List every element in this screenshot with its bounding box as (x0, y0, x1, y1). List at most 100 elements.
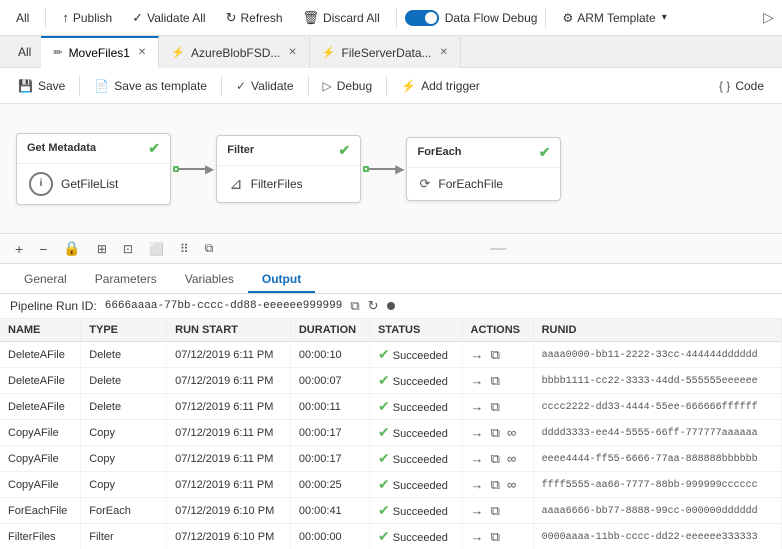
add-trigger-icon: ⚡ (401, 79, 416, 93)
tab-fileserver-close[interactable]: ✕ (440, 47, 448, 58)
tab-fileserver[interactable]: ⚡ FileServerData... ✕ (310, 36, 461, 68)
debug-button[interactable]: ▷ Debug (313, 74, 383, 98)
tab-output-label: Output (262, 272, 301, 286)
add-trigger-button[interactable]: ⚡ Add trigger (391, 74, 490, 98)
cell-duration-3: 00:00:17 (290, 420, 369, 446)
action-view-1[interactable]: → (471, 373, 484, 388)
action-copy-7[interactable]: ⧉ (491, 529, 500, 544)
publish-label: Publish (73, 11, 112, 25)
action-copy-5[interactable]: ⧉ (491, 477, 500, 492)
table-row: CopyAFile Copy 07/12/2019 6:11 PM 00:00:… (0, 446, 782, 472)
action-loop-3[interactable]: ∞ (507, 425, 516, 440)
tab-output[interactable]: Output (248, 267, 315, 293)
col-run-start: RUN START (167, 319, 291, 342)
all-tab[interactable]: All (8, 36, 41, 68)
node-foreach[interactable]: ForEach ✔ ⟳ ForEachFile (406, 137, 561, 201)
cell-status-3: ✔ Succeeded (369, 420, 462, 446)
fit-view2-button[interactable]: ⊡ (118, 240, 138, 258)
separator2 (396, 8, 397, 28)
scrollable-table[interactable]: NAME TYPE RUN START DURATION STATUS ACTI… (0, 319, 782, 549)
zoom-in-button[interactable]: + (10, 239, 28, 259)
node-filter[interactable]: Filter ✔ ⊿ FilterFiles (216, 135, 361, 203)
action-copy-6[interactable]: ⧉ (491, 503, 500, 518)
save-label: Save (38, 79, 65, 93)
cell-actions-7[interactable]: → ⧉ (462, 524, 533, 549)
toggle-track[interactable] (405, 10, 439, 26)
cell-name-4: CopyAFile (0, 446, 81, 472)
save-button[interactable]: 💾 Save (8, 74, 75, 98)
action-loop-5[interactable]: ∞ (507, 477, 516, 492)
cell-type-3: Copy (81, 420, 167, 446)
validate-all-button[interactable]: ✓ Validate All (124, 6, 213, 30)
zoom-out-button[interactable]: − (34, 239, 52, 259)
cell-name-5: CopyAFile (0, 472, 81, 498)
refresh-run-icon[interactable]: ↻ (368, 298, 379, 314)
all-button[interactable]: All (8, 7, 37, 29)
cell-duration-7: 00:00:00 (290, 524, 369, 549)
cell-actions-5[interactable]: → ⧉ ∞ (462, 472, 533, 498)
debug-label: Debug (337, 79, 372, 93)
cell-actions-0[interactable]: → ⧉ (462, 342, 533, 368)
action-copy-1[interactable]: ⧉ (491, 373, 500, 388)
action-view-7[interactable]: → (471, 529, 484, 544)
select-mode-button[interactable]: ⬜ (144, 240, 169, 258)
cell-actions-2[interactable]: → ⧉ (462, 394, 533, 420)
cell-runid-1: bbbb1111-cc22-3333-44dd-555555eeeeee (533, 368, 781, 394)
action-loop-4[interactable]: ∞ (507, 451, 516, 466)
save-icon: 💾 (18, 79, 33, 93)
action-copy-0[interactable]: ⧉ (491, 347, 500, 362)
action-sep-3 (308, 76, 309, 96)
cell-name-7: FilterFiles (0, 524, 81, 549)
refresh-button[interactable]: ↻ Refresh (218, 6, 291, 30)
save-as-template-button[interactable]: 📄 Save as template (84, 74, 217, 98)
action-view-5[interactable]: → (471, 477, 484, 492)
fit-view-button[interactable]: ⊞ (92, 240, 112, 258)
action-copy-2[interactable]: ⧉ (491, 399, 500, 414)
cell-type-1: Delete (81, 368, 167, 394)
cell-duration-1: 00:00:07 (290, 368, 369, 394)
run-button[interactable]: ▷ (763, 9, 774, 26)
data-flow-debug-toggle[interactable]: Data Flow Debug (405, 10, 538, 26)
compress-mode-button[interactable]: ⧉ (200, 239, 219, 258)
action-view-2[interactable]: → (471, 399, 484, 414)
tab-movefiles-close[interactable]: ✕ (138, 47, 146, 58)
code-button[interactable]: { } Code (709, 74, 774, 98)
col-name: NAME (0, 319, 81, 342)
tab-movefiles[interactable]: ✏ MoveFiles1 ✕ (41, 36, 159, 68)
pipeline-canvas: Get Metadata ✔ i GetFileList ▶ Filter ✔ … (0, 104, 782, 234)
action-view-0[interactable]: → (471, 347, 484, 362)
cell-actions-1[interactable]: → ⧉ (462, 368, 533, 394)
tab-variables[interactable]: Variables (171, 267, 248, 293)
node-get-metadata[interactable]: Get Metadata ✔ i GetFileList (16, 133, 171, 205)
status-success-icon: ✔ (378, 398, 390, 414)
cell-actions-4[interactable]: → ⧉ ∞ (462, 446, 533, 472)
cell-actions-6[interactable]: → ⧉ (462, 498, 533, 524)
arm-template-button[interactable]: ⚙ ARM Template ▾ (554, 7, 674, 29)
validate-label: Validate (251, 79, 293, 93)
action-view-4[interactable]: → (471, 451, 484, 466)
copy-icon[interactable]: ⧉ (350, 298, 359, 314)
action-copy-3[interactable]: ⧉ (491, 425, 500, 440)
tab-general[interactable]: General (10, 267, 81, 293)
action-copy-4[interactable]: ⧉ (491, 451, 500, 466)
tab-azureblob-close[interactable]: ✕ (288, 47, 296, 58)
discard-all-button[interactable]: 🗑 Discard All (295, 6, 388, 30)
lock-button[interactable]: 🔒 (58, 238, 85, 259)
tab-azureblob[interactable]: ⚡ AzureBlobFSD... ✕ (159, 36, 309, 68)
action-view-6[interactable]: → (471, 503, 484, 518)
connector-1: ▶ (173, 162, 214, 176)
validate-button[interactable]: ✓ Validate (226, 74, 304, 98)
cell-duration-0: 00:00:10 (290, 342, 369, 368)
grid-mode-button[interactable]: ⠿ (175, 240, 194, 258)
discard-all-label: Discard All (323, 11, 380, 25)
action-view-3[interactable]: → (471, 425, 484, 440)
tab-azureblob-label: AzureBlobFSD... (191, 46, 280, 60)
publish-button[interactable]: ↑ Publish (54, 6, 120, 29)
pipeline-run-label: Pipeline Run ID: (10, 299, 97, 313)
add-trigger-label: Add trigger (421, 79, 480, 93)
tab-parameters[interactable]: Parameters (81, 267, 171, 293)
cell-runid-0: aaaa0000-bb11-2222-33cc-444444dddddd (533, 342, 781, 368)
cell-actions-3[interactable]: → ⧉ ∞ (462, 420, 533, 446)
code-icon: { } (719, 79, 730, 93)
col-status: STATUS (369, 319, 462, 342)
